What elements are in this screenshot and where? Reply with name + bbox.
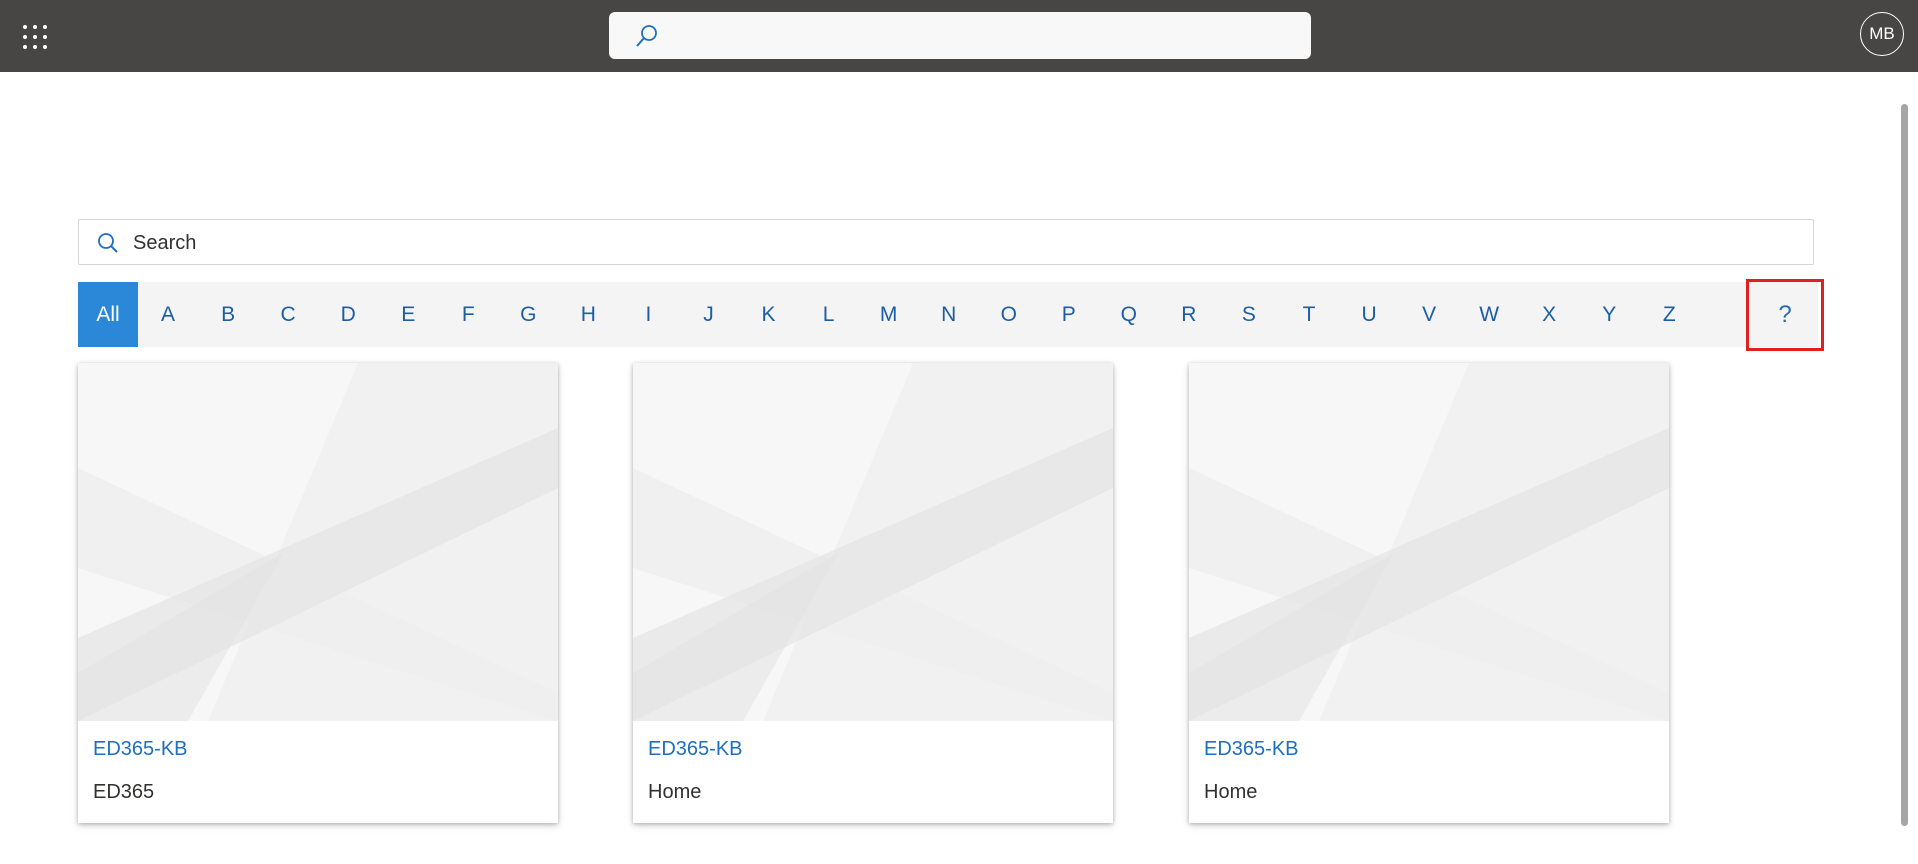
search-icon	[98, 233, 118, 253]
letter-filter-k[interactable]: K	[739, 282, 799, 347]
letter-filter-o[interactable]: O	[979, 282, 1039, 347]
letter-filter-x[interactable]: X	[1519, 282, 1579, 347]
letter-filter-s[interactable]: S	[1219, 282, 1279, 347]
card-title[interactable]: ED365-KB	[93, 738, 188, 761]
avatar[interactable]: MB	[1860, 12, 1904, 56]
letter-filter-a[interactable]: A	[138, 282, 198, 347]
letter-filter-f[interactable]: F	[438, 282, 498, 347]
site-card[interactable]: ED365-KB Home	[633, 363, 1113, 823]
letter-filter-z[interactable]: Z	[1639, 282, 1699, 347]
letter-filter-all[interactable]: All	[78, 282, 138, 347]
letter-filter-y[interactable]: Y	[1579, 282, 1639, 347]
help-button[interactable]: ?	[1749, 282, 1821, 347]
card-thumbnail	[633, 363, 1113, 721]
card-thumbnail	[1189, 363, 1669, 721]
letter-filter-r[interactable]: R	[1159, 282, 1219, 347]
letter-filter-b[interactable]: B	[198, 282, 258, 347]
letter-filter-m[interactable]: M	[859, 282, 919, 347]
letter-filter-v[interactable]: V	[1399, 282, 1459, 347]
site-card[interactable]: ED365-KB Home	[1189, 363, 1669, 823]
waffle-icon[interactable]	[22, 24, 48, 50]
letter-filter-l[interactable]: L	[799, 282, 859, 347]
letter-filter-g[interactable]: G	[498, 282, 558, 347]
letter-filter-w[interactable]: W	[1459, 282, 1519, 347]
letter-filter-d[interactable]: D	[318, 282, 378, 347]
alphabet-filter: All A B C D E F G H I J K L M N O P Q R S T U V W X Y Z	[78, 282, 1818, 347]
scrollbar[interactable]	[1901, 104, 1908, 826]
card-subtitle: ED365	[93, 781, 155, 803]
letter-filter-j[interactable]: J	[679, 282, 739, 347]
letter-filter-c[interactable]: C	[258, 282, 318, 347]
card-title[interactable]: ED365-KB	[1204, 738, 1299, 761]
card-subtitle: Home	[1204, 781, 1258, 803]
search-icon	[636, 25, 657, 47]
letter-filter-n[interactable]: N	[919, 282, 979, 347]
letter-filter-p[interactable]: P	[1039, 282, 1099, 347]
search-input[interactable]: Search	[78, 219, 1814, 265]
global-search-bar[interactable]	[609, 12, 1311, 59]
letter-filter-h[interactable]: H	[558, 282, 618, 347]
search-placeholder: Search	[133, 232, 197, 254]
letter-filter-e[interactable]: E	[378, 282, 438, 347]
card-subtitle: Home	[648, 781, 702, 803]
letter-filter-u[interactable]: U	[1339, 282, 1399, 347]
card-title[interactable]: ED365-KB	[648, 738, 743, 761]
card-thumbnail	[78, 363, 558, 721]
letter-filter-q[interactable]: Q	[1099, 282, 1159, 347]
letter-filter-t[interactable]: T	[1279, 282, 1339, 347]
letter-filter-i[interactable]: I	[618, 282, 678, 347]
site-card[interactable]: ED365-KB ED365	[78, 363, 558, 823]
top-bar: MB	[0, 0, 1918, 72]
